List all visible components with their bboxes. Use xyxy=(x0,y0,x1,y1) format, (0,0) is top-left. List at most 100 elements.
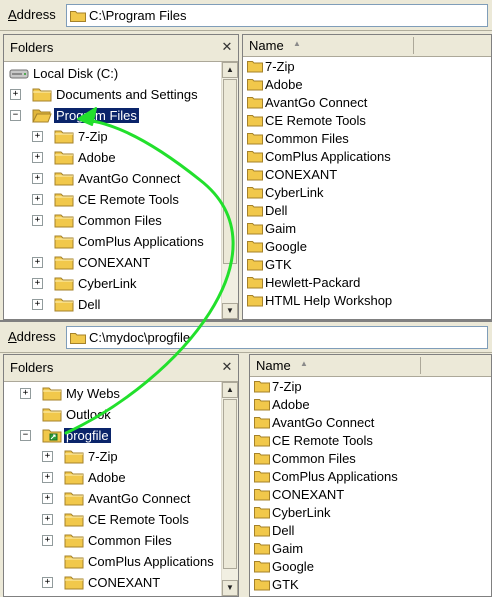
list-item[interactable]: Hewlett-Packard xyxy=(247,274,477,292)
list-item[interactable]: Dell xyxy=(254,522,484,540)
address-input[interactable]: C:\Program Files xyxy=(66,4,488,27)
address-label-accel: A xyxy=(8,7,17,22)
close-icon[interactable]: ✕ xyxy=(220,360,234,374)
list-item[interactable]: GTK xyxy=(254,576,484,594)
list-item[interactable]: AvantGo Connect xyxy=(254,414,484,432)
list-item[interactable]: Gaim xyxy=(247,220,477,238)
scroll-up-button[interactable]: ▲ xyxy=(222,62,238,78)
expand-icon[interactable]: + xyxy=(32,215,43,226)
tree-item[interactable]: + Adobe xyxy=(4,468,222,488)
list-item[interactable]: CyberLink xyxy=(254,504,484,522)
tree-item[interactable]: + AvantGo Connect xyxy=(4,489,222,509)
expand-icon[interactable]: + xyxy=(20,388,31,399)
expand-icon[interactable]: + xyxy=(32,194,43,205)
tree-item[interactable]: + My Webs xyxy=(4,384,222,404)
folder-tree: + My Webs Outlook − progfile +7-Zip + Adobe + Ava… xyxy=(4,382,222,596)
expand-icon[interactable]: + xyxy=(32,152,43,163)
tree-scrollbar[interactable]: ▲ ▼ xyxy=(221,382,238,596)
expand-icon[interactable]: + xyxy=(42,577,53,588)
expand-icon[interactable]: + xyxy=(42,451,53,462)
expand-icon[interactable]: + xyxy=(10,89,21,100)
tree-item[interactable]: + Dell xyxy=(4,295,222,315)
expand-icon[interactable]: + xyxy=(32,278,43,289)
list-item[interactable]: ComPlus Applications xyxy=(254,468,484,486)
tree-scrollbar[interactable]: ▲ ▼ xyxy=(221,62,238,319)
tree-item-label: CyberLink xyxy=(78,276,137,291)
list-item[interactable]: CONEXANT xyxy=(247,166,477,184)
tree-item[interactable]: + CyberLink xyxy=(4,274,222,294)
tree-item-label: Common Files xyxy=(78,213,162,228)
expand-icon[interactable]: + xyxy=(32,173,43,184)
tree-item[interactable]: + CONEXANT xyxy=(4,573,222,593)
address-input[interactable]: C:\mydoc\progfile xyxy=(66,326,488,349)
tree-item[interactable]: − Program Files xyxy=(4,106,222,126)
address-bar: Address C:\Program Files xyxy=(0,0,492,31)
tree-item[interactable]: + Common Files xyxy=(4,531,222,551)
list-item-label: AvantGo Connect xyxy=(272,415,375,430)
tree-item[interactable]: − progfile xyxy=(4,426,222,446)
tree-item[interactable]: ComPlus Applications xyxy=(4,232,222,252)
file-list-items: 7-Zip Adobe AvantGo Connect CE Remote Tools… xyxy=(243,57,491,319)
tree-item[interactable]: + Common Files xyxy=(4,211,222,231)
tree-item[interactable]: +7-Zip xyxy=(4,127,222,147)
list-item[interactable]: GTK xyxy=(247,256,477,274)
name-column-header[interactable]: Name xyxy=(256,358,291,373)
expand-icon[interactable]: + xyxy=(42,514,53,525)
list-item[interactable]: CE Remote Tools xyxy=(247,112,477,130)
collapse-icon[interactable]: − xyxy=(20,430,31,441)
name-column-header[interactable]: Name xyxy=(249,38,284,53)
tree-item[interactable]: + CE Remote Tools xyxy=(4,190,222,210)
list-item[interactable]: Dell xyxy=(247,202,477,220)
tree-item[interactable]: + Adobe xyxy=(4,148,222,168)
folder-icon xyxy=(247,59,263,76)
scroll-down-button[interactable]: ▼ xyxy=(222,580,238,596)
list-item[interactable]: Adobe xyxy=(247,76,477,94)
list-item[interactable]: ComPlus Applications xyxy=(247,148,477,166)
list-item[interactable]: CONEXANT xyxy=(254,486,484,504)
list-item-label: Google xyxy=(272,559,314,574)
folder-icon xyxy=(254,433,270,450)
list-item[interactable]: CyberLink xyxy=(247,184,477,202)
tree-item[interactable]: Local Disk (C:) xyxy=(4,64,222,84)
expand-icon[interactable]: + xyxy=(32,257,43,268)
expand-icon[interactable]: + xyxy=(32,299,43,310)
list-item-label: Google xyxy=(265,239,307,254)
list-item[interactable]: Google xyxy=(254,558,484,576)
list-item[interactable]: Common Files xyxy=(247,130,477,148)
tree-item[interactable]: + CONEXANT xyxy=(4,253,222,273)
list-item[interactable]: AvantGo Connect xyxy=(247,94,477,112)
tree-item[interactable]: + AvantGo Connect xyxy=(4,169,222,189)
explorer-window-progfile: Address C:\mydoc\progfile Folders ✕ + My … xyxy=(0,320,492,597)
list-item[interactable]: Adobe xyxy=(254,396,484,414)
scroll-up-button[interactable]: ▲ xyxy=(222,382,238,398)
folder-icon xyxy=(54,233,74,252)
scroll-down-button[interactable]: ▼ xyxy=(222,303,238,319)
expand-icon[interactable]: + xyxy=(32,131,43,142)
tree-item[interactable]: + CE Remote Tools xyxy=(4,510,222,530)
list-item[interactable]: HTML Help Workshop xyxy=(247,292,477,310)
folder-icon xyxy=(54,296,74,315)
expand-icon[interactable]: + xyxy=(42,493,53,504)
list-item[interactable]: Google xyxy=(247,238,477,256)
scroll-thumb[interactable] xyxy=(223,399,237,569)
list-item[interactable]: CE Remote Tools xyxy=(254,432,484,450)
expand-icon[interactable]: + xyxy=(42,535,53,546)
list-item[interactable]: 7-Zip xyxy=(254,378,484,396)
list-item[interactable]: 7-Zip xyxy=(247,58,477,76)
list-item-label: Adobe xyxy=(265,77,303,92)
folder-icon xyxy=(64,511,84,530)
list-item[interactable]: Gaim xyxy=(254,540,484,558)
tree-item[interactable]: Outlook xyxy=(4,405,222,425)
tree-item[interactable]: ComPlus Applications xyxy=(4,552,222,572)
column-divider[interactable] xyxy=(420,357,421,374)
scroll-thumb[interactable] xyxy=(223,79,237,264)
close-icon[interactable]: ✕ xyxy=(220,40,234,54)
folder-icon xyxy=(254,487,270,504)
folder-icon xyxy=(254,379,270,396)
tree-item[interactable]: +7-Zip xyxy=(4,447,222,467)
expand-icon[interactable]: + xyxy=(42,472,53,483)
column-divider[interactable] xyxy=(413,37,414,54)
tree-item[interactable]: + Documents and Settings xyxy=(4,85,222,105)
list-item[interactable]: Common Files xyxy=(254,450,484,468)
collapse-icon[interactable]: − xyxy=(10,110,21,121)
